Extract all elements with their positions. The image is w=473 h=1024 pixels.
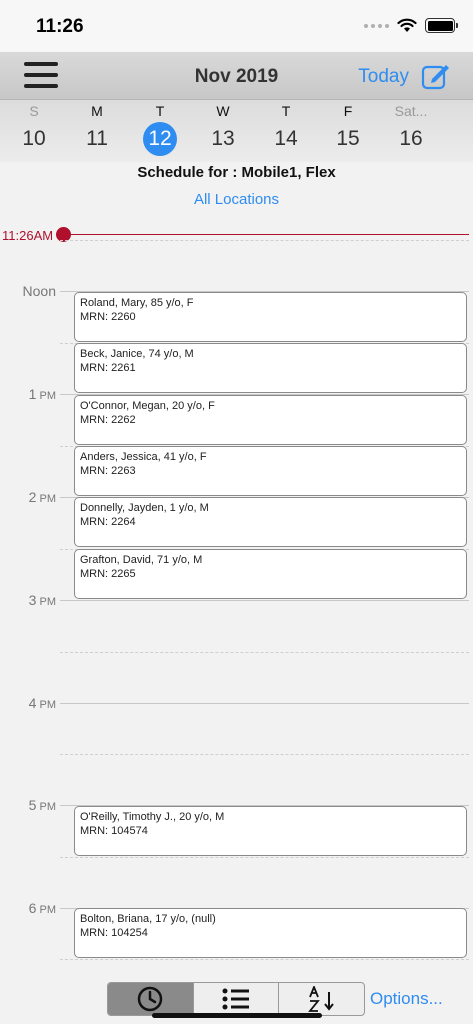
appointment-card[interactable]: O'Connor, Megan, 20 y/o, F MRN: 2262 — [74, 395, 467, 445]
hour-suffix: PM — [36, 801, 56, 813]
day-name: T — [155, 103, 165, 119]
today-button[interactable]: Today — [358, 66, 409, 88]
options-button[interactable]: Options... — [370, 989, 443, 1009]
hour-value: Noon — [22, 283, 56, 299]
status-bar: 11:26 — [0, 0, 473, 52]
hour-suffix: PM — [36, 596, 56, 608]
patient-mrn: MRN: 104254 — [80, 927, 148, 939]
status-icons — [364, 18, 458, 33]
half-hour-line — [60, 240, 469, 241]
day-name: W — [216, 103, 230, 119]
half-hour-line — [60, 652, 469, 653]
day-13[interactable]: W 13 — [198, 100, 248, 156]
hour-suffix: PM — [36, 699, 56, 711]
patient-info: O'Connor, Megan, 20 y/o, F — [80, 400, 215, 412]
day-11[interactable]: M 11 — [72, 100, 122, 156]
compose-icon[interactable] — [421, 62, 451, 90]
day-number: 15 — [336, 127, 360, 150]
hour-label: 4 PM — [0, 695, 56, 711]
hour-label: 3 PM — [0, 592, 56, 608]
home-indicator — [152, 1013, 322, 1018]
hour-suffix: PM — [36, 493, 56, 505]
patient-mrn: MRN: 2260 — [80, 311, 136, 323]
view-segmented-control — [107, 982, 365, 1016]
appointment-card[interactable]: O'Reilly, Timothy J., 20 y/o, M MRN: 1045… — [74, 806, 467, 856]
patient-info: Anders, Jessica, 41 y/o, F — [80, 451, 207, 463]
all-locations-link[interactable]: All Locations — [0, 191, 473, 208]
day-14[interactable]: T 14 — [261, 100, 311, 156]
appointment-card[interactable]: Bolton, Briana, 17 y/o, (null) MRN: 10425… — [74, 908, 467, 958]
appointment-card[interactable]: Donnelly, Jayden, 1 y/o, M MRN: 2264 — [74, 497, 467, 547]
day-name: S — [29, 103, 39, 119]
schedule-title: Schedule for : Mobile1, Flex — [137, 164, 336, 181]
status-time: 11:26 — [36, 16, 84, 37]
patient-info: O'Reilly, Timothy J., 20 y/o, M — [80, 811, 225, 823]
day-10[interactable]: S 10 — [9, 100, 59, 156]
hour-line — [60, 600, 469, 601]
list-icon — [222, 988, 249, 1010]
patient-mrn: MRN: 2261 — [80, 362, 136, 374]
patient-info: Grafton, David, 71 y/o, M — [80, 554, 203, 566]
hour-label: 5 PM — [0, 797, 56, 813]
half-hour-line — [60, 754, 469, 755]
patient-info: Bolton, Briana, 17 y/o, (null) — [80, 913, 216, 925]
day-name: Sat... — [394, 103, 428, 119]
appointment-card[interactable]: Anders, Jessica, 41 y/o, F MRN: 2263 — [74, 446, 467, 496]
day-number: 11 — [86, 127, 108, 150]
sort-view-tab[interactable] — [279, 983, 364, 1015]
day-15[interactable]: F 15 — [323, 100, 373, 156]
cellular-signal-icon — [364, 23, 389, 28]
hour-label: 1 PM — [0, 386, 56, 402]
week-strip: S 10 M 11 T 12 W 13 T 14 F 15 Sat... 16 — [0, 100, 473, 162]
day-number: 10 — [22, 127, 46, 150]
day-number: 14 — [274, 127, 298, 150]
patient-mrn: MRN: 2262 — [80, 414, 136, 426]
day-view-tab[interactable] — [108, 983, 194, 1015]
patient-mrn: MRN: 104574 — [80, 825, 148, 837]
half-hour-line — [60, 857, 469, 858]
patient-info: Donnelly, Jayden, 1 y/o, M — [80, 502, 209, 514]
day-name: T — [281, 103, 291, 119]
day-number: 12 — [143, 122, 177, 156]
hour-suffix: PM — [36, 390, 56, 402]
half-hour-line — [60, 959, 469, 960]
battery-icon — [425, 18, 458, 33]
appointment-card[interactable]: Beck, Janice, 74 y/o, M MRN: 2261 — [74, 343, 467, 393]
sort-az-icon — [307, 986, 334, 1012]
patient-mrn: MRN: 2265 — [80, 568, 136, 580]
day-name: F — [343, 103, 353, 119]
hour-label: Noon — [0, 283, 56, 299]
current-time-label: 11:26AM — [2, 228, 54, 243]
patient-info: Roland, Mary, 85 y/o, F — [80, 297, 194, 309]
hour-label: 6 PM — [0, 900, 56, 916]
day-number: 16 — [399, 127, 423, 150]
appointment-card[interactable]: Roland, Mary, 85 y/o, F MRN: 2260 — [74, 292, 467, 342]
wifi-icon — [397, 18, 417, 32]
day-number: 13 — [211, 127, 235, 150]
day-name: M — [91, 103, 103, 119]
hour-line — [60, 703, 469, 704]
patient-mrn: MRN: 2263 — [80, 465, 136, 477]
day-16[interactable]: Sat... 16 — [386, 100, 436, 156]
day-12[interactable]: T 12 — [135, 100, 185, 156]
appointment-card[interactable]: Grafton, David, 71 y/o, M MRN: 2265 — [74, 549, 467, 599]
current-time-line — [64, 234, 469, 235]
day-timeline[interactable]: 11:26AM Noon 1 PM 2 PM 3 PM 4 PM 5 PM 6 PM Rola… — [0, 214, 473, 974]
hour-label: 2 PM — [0, 489, 56, 505]
nav-bar: Nov 2019 Today — [0, 52, 473, 100]
clock-icon — [138, 986, 163, 1012]
list-view-tab[interactable] — [194, 983, 280, 1015]
patient-mrn: MRN: 2264 — [80, 516, 136, 528]
patient-info: Beck, Janice, 74 y/o, M — [80, 348, 194, 360]
hour-suffix: PM — [36, 904, 56, 916]
